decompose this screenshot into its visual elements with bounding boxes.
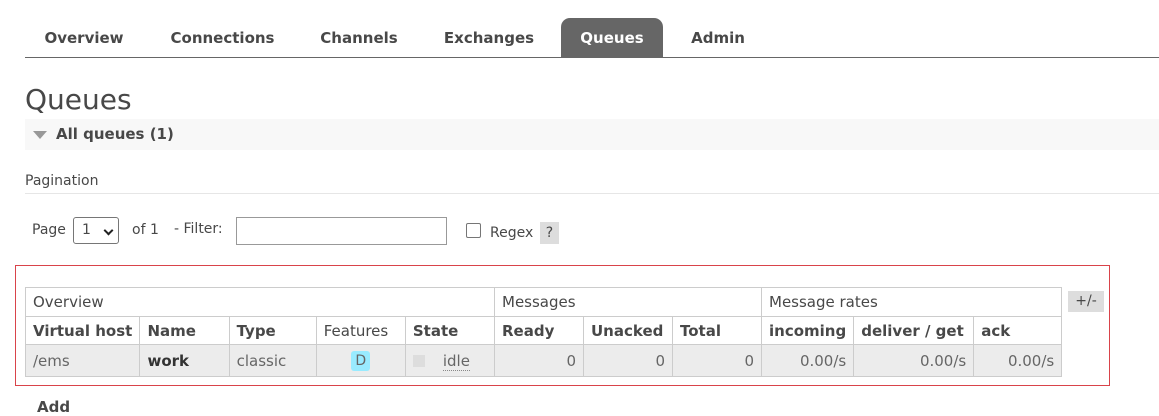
tab-exchanges[interactable]: Exchanges xyxy=(428,18,550,57)
cell-type: classic xyxy=(228,344,317,377)
cell-deliver-get: 0.00/s xyxy=(853,344,975,377)
cell-ack: 0.00/s xyxy=(973,344,1063,377)
queue-name-link[interactable]: work xyxy=(139,344,230,377)
column-toggle-button[interactable]: +/- xyxy=(1068,291,1104,312)
page-select[interactable]: 1 xyxy=(73,217,119,244)
tab-connections[interactable]: Connections xyxy=(155,18,290,57)
durable-badge: D xyxy=(351,350,371,371)
col-virtual-host[interactable]: Virtual host xyxy=(24,316,141,345)
state-indicator-icon xyxy=(412,355,425,367)
cell-unacked: 0 xyxy=(583,344,673,377)
col-deliver-get[interactable]: deliver / get xyxy=(853,316,975,345)
regex-label: Regex xyxy=(490,225,534,241)
col-ready[interactable]: Ready xyxy=(494,316,584,345)
page-label: Page xyxy=(32,222,66,238)
tab-admin[interactable]: Admin xyxy=(676,18,760,57)
triangle-down-icon xyxy=(33,131,47,139)
regex-checkbox[interactable] xyxy=(466,223,481,238)
page-select-value: 1 xyxy=(82,222,91,238)
group-messages: Messages xyxy=(494,287,762,317)
page-count-label: of 1 xyxy=(132,222,159,238)
cell-state: idle xyxy=(404,344,496,377)
col-total[interactable]: Total xyxy=(672,316,762,345)
group-message-rates: Message rates xyxy=(760,287,1063,317)
state-text: idle xyxy=(442,351,470,371)
chevron-down-icon xyxy=(103,225,114,236)
page-title: Queues xyxy=(25,83,132,116)
pagination-heading: Pagination xyxy=(25,173,99,189)
section-title: All queues (1) xyxy=(56,125,174,143)
tab-channels[interactable]: Channels xyxy=(304,18,414,57)
cell-vhost: /ems xyxy=(24,344,141,377)
tab-queues[interactable]: Queues xyxy=(561,18,663,57)
add-queue-section[interactable]: Add xyxy=(37,398,70,416)
col-state[interactable]: State xyxy=(404,316,496,345)
table-row: /ems work classic D idle 0 0 0 0.00/s 0.… xyxy=(24,344,1063,377)
group-overview: Overview xyxy=(25,287,495,317)
col-type[interactable]: Type xyxy=(228,316,317,345)
cell-ready: 0 xyxy=(494,344,584,377)
regex-help-button[interactable]: ? xyxy=(540,222,559,244)
filter-input[interactable] xyxy=(236,217,447,245)
col-ack[interactable]: ack xyxy=(973,316,1063,345)
queues-table: Overview Messages Message rates Virtual … xyxy=(24,287,1063,377)
filter-label: - Filter: xyxy=(174,221,223,237)
col-unacked[interactable]: Unacked xyxy=(583,316,673,345)
col-name[interactable]: Name xyxy=(139,316,230,345)
nav-tabs: Overview Connections Channels Exchanges … xyxy=(25,18,1159,58)
pagination-divider xyxy=(25,193,1159,194)
col-features: Features xyxy=(315,316,406,345)
col-incoming[interactable]: incoming xyxy=(760,316,855,345)
all-queues-section-toggle[interactable]: All queues (1) xyxy=(25,119,1159,150)
cell-features: D xyxy=(315,344,406,377)
tab-overview[interactable]: Overview xyxy=(25,18,143,57)
cell-total: 0 xyxy=(672,344,762,377)
cell-incoming: 0.00/s xyxy=(760,344,855,377)
